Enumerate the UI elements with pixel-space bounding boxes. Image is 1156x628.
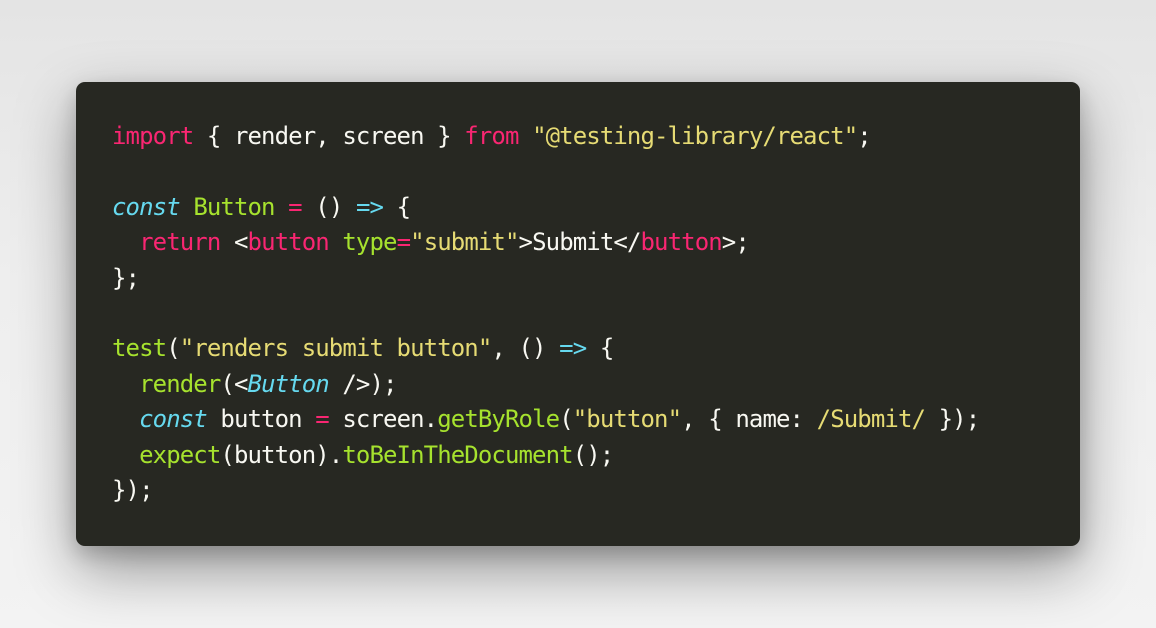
code-token: expect — [139, 440, 221, 469]
code-token: => — [559, 334, 587, 363]
code-token: >; — [721, 228, 750, 257]
code-token: getByRole — [437, 405, 560, 434]
code-token: toBeInTheDocument — [342, 440, 573, 469]
code-token: button — [247, 228, 330, 257]
code-token: from — [464, 122, 519, 150]
code-token: = — [288, 192, 302, 221]
code-token: { — [586, 334, 614, 363]
code-token: "button" — [572, 405, 682, 434]
code-line: }); — [112, 473, 979, 508]
code-token: (); — [572, 440, 615, 469]
code-line: return <button type="submit">Submit</but… — [112, 225, 979, 260]
code-token: (button). — [220, 440, 343, 469]
code-line: const Button = () => { — [112, 190, 979, 225]
code-token: }); — [925, 405, 981, 434]
code-token: return — [139, 228, 221, 257]
code-token: ; — [857, 122, 871, 150]
code-token: test — [112, 334, 167, 363]
code-snippet-window: import { render, screen } from "@testing… — [76, 82, 1080, 546]
code-line: render(<Button />); — [112, 367, 979, 402]
code-token: ( — [559, 405, 573, 434]
code-line: expect(button).toBeInTheDocument(); — [112, 438, 979, 473]
code-token: "@testing-library/react" — [532, 122, 858, 150]
code-token: button — [206, 405, 316, 434]
code-token: { — [383, 192, 411, 221]
code-token: >Submit</ — [518, 228, 642, 257]
code-token: import — [112, 122, 194, 150]
code-line: test("renders submit button", () => { — [112, 331, 979, 366]
code-token: Button — [193, 192, 275, 221]
code-token: Button — [247, 369, 330, 398]
code-line: import { render, screen } from "@testing… — [112, 119, 979, 154]
code-token: />); — [328, 369, 397, 398]
code-token: type — [342, 228, 397, 257]
code-token: /Submit/ — [816, 405, 926, 434]
code-token: render — [139, 369, 221, 398]
code-token: ( — [166, 334, 180, 363]
code-token: "renders submit button" — [179, 334, 493, 363]
code-line: const button = screen.getByRole("button"… — [112, 402, 981, 437]
code-token: button — [640, 228, 723, 257]
code-token: = — [315, 405, 329, 434]
code-token: { render, screen } — [193, 122, 465, 150]
code-token: (< — [220, 369, 248, 398]
code-token: () — [301, 192, 356, 221]
code-token: screen. — [328, 405, 438, 434]
code-token: const — [112, 192, 181, 221]
code-line: }; — [112, 261, 979, 296]
code-block: import { render, screen } from "@testing… — [112, 119, 981, 508]
code-token: }); — [112, 475, 154, 504]
code-token: , { name: — [681, 405, 817, 434]
code-token: }; — [112, 263, 140, 292]
code-token: const — [139, 405, 208, 434]
code-token: = — [396, 228, 411, 257]
code-token: => — [355, 192, 384, 221]
code-token: , () — [491, 334, 560, 363]
code-token: "submit" — [410, 228, 519, 257]
code-token: < — [220, 228, 248, 257]
